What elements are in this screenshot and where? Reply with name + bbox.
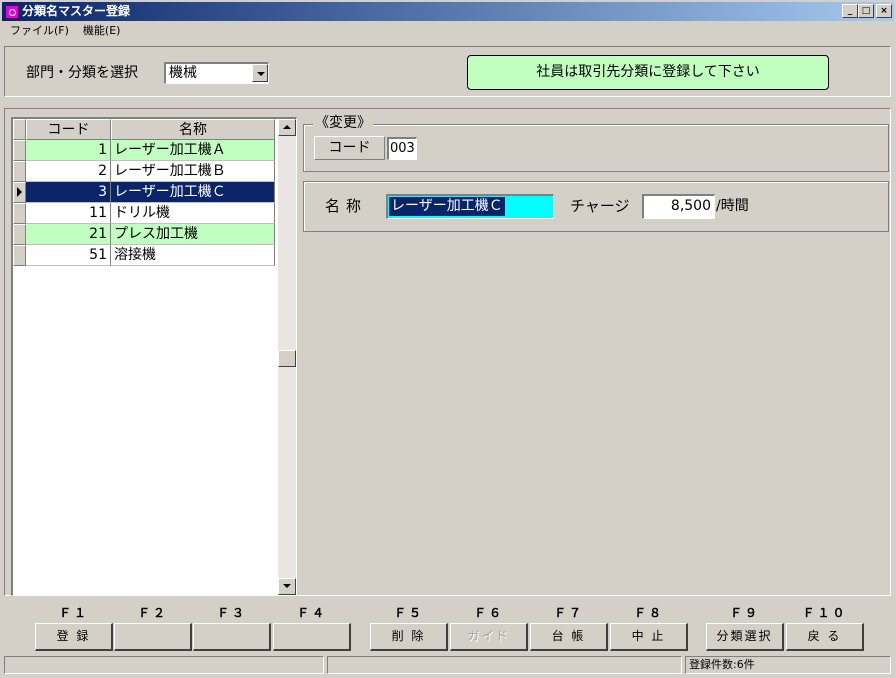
code-cell[interactable]: 51 (26, 245, 111, 266)
scroll-thumb[interactable] (278, 350, 296, 367)
name-cell[interactable]: レーザー加工機Ａ (111, 140, 275, 161)
close-button[interactable]: × (876, 4, 892, 18)
maximize-button[interactable]: □ (858, 4, 874, 18)
app-icon[interactable] (5, 4, 19, 19)
category-select-button[interactable]: 分類選択 (706, 623, 784, 651)
table-row[interactable]: 11 ドリル機 (13, 203, 278, 224)
f7-key-label: Ｆ７ (553, 606, 584, 620)
ledger-button[interactable]: 台 帳 (530, 623, 608, 651)
row-indicator (13, 119, 26, 140)
row-indicator[interactable] (13, 245, 26, 266)
f4-button[interactable] (273, 623, 351, 651)
dropdown-arrow-icon[interactable] (252, 64, 268, 82)
row-indicator[interactable] (13, 140, 26, 161)
code-cell[interactable]: 2 (26, 161, 111, 182)
code-cell[interactable]: 11 (26, 203, 111, 224)
row-indicator[interactable] (13, 224, 26, 245)
charge-label: チャージ (570, 197, 630, 215)
f10-key-label: Ｆ１０ (802, 606, 848, 620)
change-group-label: 《変更》 (313, 115, 373, 131)
status-panel-middle (327, 656, 682, 674)
delete-button[interactable]: 削 除 (370, 623, 448, 651)
code-cell[interactable]: 21 (26, 224, 111, 245)
name-cell[interactable]: ドリル機 (111, 203, 275, 224)
department-select[interactable]: 機械 (164, 62, 269, 84)
back-button[interactable]: 戻 る (786, 623, 864, 651)
menu-file[interactable]: ファイル(F) (2, 22, 75, 40)
column-header-code[interactable]: コード (26, 119, 111, 140)
name-cell[interactable]: レーザー加工機Ｂ (111, 161, 275, 182)
code-cell[interactable]: 3 (26, 182, 111, 203)
row-indicator[interactable] (13, 161, 26, 182)
f6-key-label: Ｆ６ (473, 606, 504, 620)
table-row-selected[interactable]: 3 レーザー加工機Ｃ (13, 182, 278, 203)
code-label: コード (314, 136, 385, 160)
f8-key-label: Ｆ８ (633, 606, 664, 620)
register-button[interactable]: 登 録 (35, 623, 113, 651)
charge-field[interactable]: 8,500 (642, 194, 715, 219)
record-count-status: 登録件数:6件 (685, 656, 891, 674)
table-row[interactable]: 51 溶接機 (13, 245, 278, 266)
cancel-button[interactable]: 中 止 (610, 623, 688, 651)
f4-key-label: Ｆ４ (296, 606, 327, 620)
name-cell[interactable]: レーザー加工機Ｃ (111, 182, 275, 203)
grid-body: コード 名称 1 レーザー加工機Ａ 2 レーザー加工機Ｂ 3 レーザー加工機Ｃ … (13, 119, 278, 595)
f3-button[interactable] (193, 623, 271, 651)
status-panel-left (4, 656, 324, 674)
department-label: 部門・分類を選択 (26, 65, 138, 81)
column-header-name[interactable]: 名称 (111, 119, 275, 140)
menu-function[interactable]: 機能(E) (75, 22, 127, 40)
application-window: 分類名マスター登録 _ □ × ファイル(F) 機能(E) 部門・分類を選択 機… (0, 0, 896, 678)
department-select-value: 機械 (169, 65, 197, 81)
name-cell[interactable]: プレス加工機 (111, 224, 275, 245)
f1-key-label: Ｆ１ (58, 606, 89, 620)
window-title: 分類名マスター登録 (22, 4, 131, 18)
name-label: 名称 (325, 197, 368, 215)
window-controls: _ □ × (842, 4, 892, 18)
table-row[interactable]: 21 プレス加工機 (13, 224, 278, 245)
f2-key-label: Ｆ２ (137, 606, 168, 620)
name-field[interactable]: レーザー加工機Ｃ (386, 194, 554, 219)
scroll-down-icon[interactable] (278, 578, 296, 595)
name-cell[interactable]: 溶接機 (111, 245, 275, 266)
category-grid[interactable]: コード 名称 1 レーザー加工機Ａ 2 レーザー加工機Ｂ 3 レーザー加工機Ｃ … (11, 117, 297, 596)
menu-bar: ファイル(F) 機能(E) (2, 22, 126, 40)
minimize-button[interactable]: _ (842, 4, 858, 18)
charge-unit-label: /時間 (716, 198, 749, 214)
f2-button[interactable] (114, 623, 192, 651)
current-row-arrow-icon[interactable] (13, 182, 26, 203)
scroll-up-icon[interactable] (278, 119, 296, 136)
grid-scrollbar[interactable] (278, 119, 296, 595)
table-row[interactable]: 1 レーザー加工機Ａ (13, 140, 278, 161)
f5-key-label: Ｆ５ (393, 606, 424, 620)
notice-message: 社員は取引先分類に登録して下さい (467, 55, 829, 90)
table-row[interactable]: 2 レーザー加工機Ｂ (13, 161, 278, 182)
guide-button[interactable]: ガイド (450, 623, 528, 651)
name-field-selected-text: レーザー加工機Ｃ (389, 197, 505, 216)
code-cell[interactable]: 1 (26, 140, 111, 161)
row-indicator[interactable] (13, 203, 26, 224)
title-bar[interactable]: 分類名マスター登録 _ □ × (2, 2, 894, 21)
code-field[interactable]: 003 (387, 137, 417, 160)
grid-header-row: コード 名称 (13, 119, 278, 140)
f9-key-label: Ｆ９ (729, 606, 760, 620)
f3-key-label: Ｆ３ (216, 606, 247, 620)
